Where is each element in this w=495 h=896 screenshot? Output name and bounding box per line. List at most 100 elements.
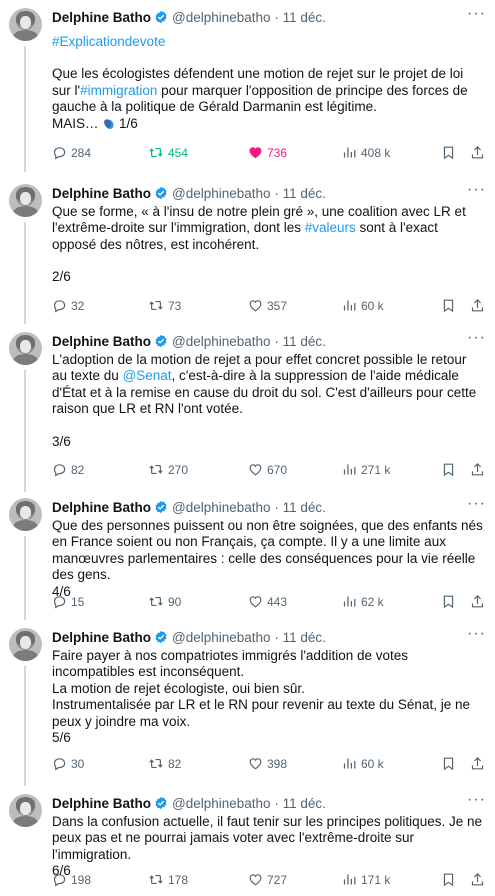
like-count: 727: [267, 872, 288, 887]
like-count: 357: [267, 298, 288, 313]
avatar[interactable]: [9, 498, 42, 531]
like-button[interactable]: 443: [248, 594, 287, 609]
hashtag-link[interactable]: #immigration: [80, 83, 157, 98]
author-name[interactable]: Delphine Batho: [52, 334, 151, 349]
tweet-text-part: Instrumentalisée par LR et le RN pour re…: [52, 697, 470, 729]
retweet-button[interactable]: 454: [148, 145, 188, 160]
author-handle[interactable]: @delphinebatho: [172, 10, 271, 25]
reply-button[interactable]: 15: [52, 594, 84, 609]
reply-count: 15: [71, 594, 85, 609]
like-button[interactable]: 398: [248, 756, 287, 771]
retweet-button[interactable]: 90: [148, 594, 181, 609]
avatar[interactable]: [9, 8, 42, 41]
reply-button[interactable]: 30: [52, 756, 84, 771]
retweet-count: 454: [168, 145, 189, 160]
views-button[interactable]: 271 k: [342, 462, 390, 477]
more-options-icon[interactable]: ···: [467, 182, 485, 199]
author-handle[interactable]: @delphinebatho: [172, 186, 271, 201]
author-name[interactable]: Delphine Batho: [52, 186, 151, 201]
author-name[interactable]: Delphine Batho: [52, 10, 151, 25]
retweet-button[interactable]: 73: [148, 298, 181, 313]
tweet-date[interactable]: · 11 déc.: [274, 630, 326, 645]
tweet-date[interactable]: · 11 déc.: [274, 186, 326, 201]
more-options-icon[interactable]: ···: [467, 330, 485, 347]
tweet-4[interactable]: Delphine Batho @delphinebatho · 11 déc. ·…: [0, 490, 495, 620]
share-button[interactable]: [470, 594, 489, 609]
author-handle[interactable]: @delphinebatho: [172, 500, 271, 515]
more-options-icon[interactable]: ···: [467, 626, 485, 643]
author-handle[interactable]: @delphinebatho: [172, 796, 271, 811]
mention-link[interactable]: @Senat: [123, 368, 172, 383]
retweet-count: 178: [168, 872, 189, 887]
reply-button[interactable]: 284: [52, 145, 91, 160]
share-button[interactable]: [470, 872, 489, 887]
like-button[interactable]: 736: [248, 145, 287, 160]
tweet-3[interactable]: Delphine Batho @delphinebatho · 11 déc. ·…: [0, 324, 495, 492]
views-button[interactable]: 60 k: [342, 756, 384, 771]
views-chart-icon: [343, 758, 356, 769]
bookmark-button[interactable]: [441, 594, 460, 609]
retweet-icon: [149, 874, 163, 885]
tweet-date[interactable]: · 11 déc.: [274, 10, 326, 25]
like-button[interactable]: 670: [248, 462, 287, 477]
tweet-5[interactable]: Delphine Batho @delphinebatho · 11 déc. ·…: [0, 620, 495, 786]
author-name[interactable]: Delphine Batho: [52, 630, 151, 645]
avatar[interactable]: [9, 184, 42, 217]
tweet-header: Delphine Batho @delphinebatho · 11 déc.: [52, 185, 326, 202]
views-button[interactable]: 62 k: [342, 594, 384, 609]
like-button[interactable]: 727: [248, 872, 287, 887]
retweet-button[interactable]: 82: [148, 756, 181, 771]
more-options-icon[interactable]: ···: [467, 792, 485, 809]
thread-line: [24, 222, 26, 324]
bookmark-button[interactable]: [441, 756, 460, 771]
reply-icon: [53, 874, 66, 887]
avatar[interactable]: [9, 628, 42, 661]
share-button[interactable]: [470, 756, 489, 771]
hashtag-link[interactable]: #valeurs: [305, 220, 356, 235]
retweet-button[interactable]: 270: [148, 462, 188, 477]
tweet-text: Que des personnes puissent ou non être s…: [52, 518, 484, 600]
tweet-6[interactable]: Delphine Batho @delphinebatho · 11 déc. ·…: [0, 786, 495, 896]
views-button[interactable]: 60 k: [342, 298, 384, 313]
reply-icon: [53, 300, 66, 313]
bookmark-button[interactable]: [441, 872, 460, 887]
reply-icon: [53, 596, 66, 609]
tweet-date[interactable]: · 11 déc.: [274, 796, 326, 811]
reply-button[interactable]: 82: [52, 462, 84, 477]
views-button[interactable]: 171 k: [342, 872, 390, 887]
share-button[interactable]: [470, 462, 489, 477]
view-count: 60 k: [361, 298, 384, 313]
more-options-icon[interactable]: ···: [467, 496, 485, 513]
hashtag-link[interactable]: #Explicationdevote: [52, 34, 165, 49]
reply-button[interactable]: 32: [52, 298, 84, 313]
view-count: 408 k: [361, 145, 391, 160]
retweet-button[interactable]: 178: [148, 872, 188, 887]
tweet-1[interactable]: Delphine Batho @delphinebatho · 11 déc. ·…: [0, 0, 495, 172]
share-button[interactable]: [470, 298, 489, 313]
verified-badge-icon: [155, 796, 167, 810]
bookmark-button[interactable]: [441, 145, 460, 160]
more-options-icon[interactable]: ···: [467, 6, 485, 23]
retweet-icon: [149, 596, 163, 607]
retweet-icon: [149, 147, 163, 158]
bookmark-button[interactable]: [441, 298, 460, 313]
retweet-icon: [149, 758, 163, 769]
tweet-actions: 198 178 727 171 k: [52, 872, 484, 888]
bookmark-icon: [443, 146, 454, 160]
bookmark-button[interactable]: [441, 462, 460, 477]
avatar[interactable]: [9, 332, 42, 365]
author-handle[interactable]: @delphinebatho: [172, 334, 271, 349]
author-handle[interactable]: @delphinebatho: [172, 630, 271, 645]
tweet-2[interactable]: Delphine Batho @delphinebatho · 11 déc. ·…: [0, 176, 495, 324]
like-button[interactable]: 357: [248, 298, 287, 313]
reply-button[interactable]: 198: [52, 872, 91, 887]
author-name[interactable]: Delphine Batho: [52, 500, 151, 515]
avatar[interactable]: [9, 794, 42, 827]
author-name[interactable]: Delphine Batho: [52, 796, 151, 811]
tweet-date[interactable]: · 11 déc.: [274, 334, 326, 349]
thread-line: [24, 46, 26, 172]
views-button[interactable]: 408 k: [342, 145, 390, 160]
tweet-date[interactable]: · 11 déc.: [274, 500, 326, 515]
tweet-text: #Explicationdevote Que les écologistes d…: [52, 34, 484, 132]
share-button[interactable]: [470, 145, 489, 160]
